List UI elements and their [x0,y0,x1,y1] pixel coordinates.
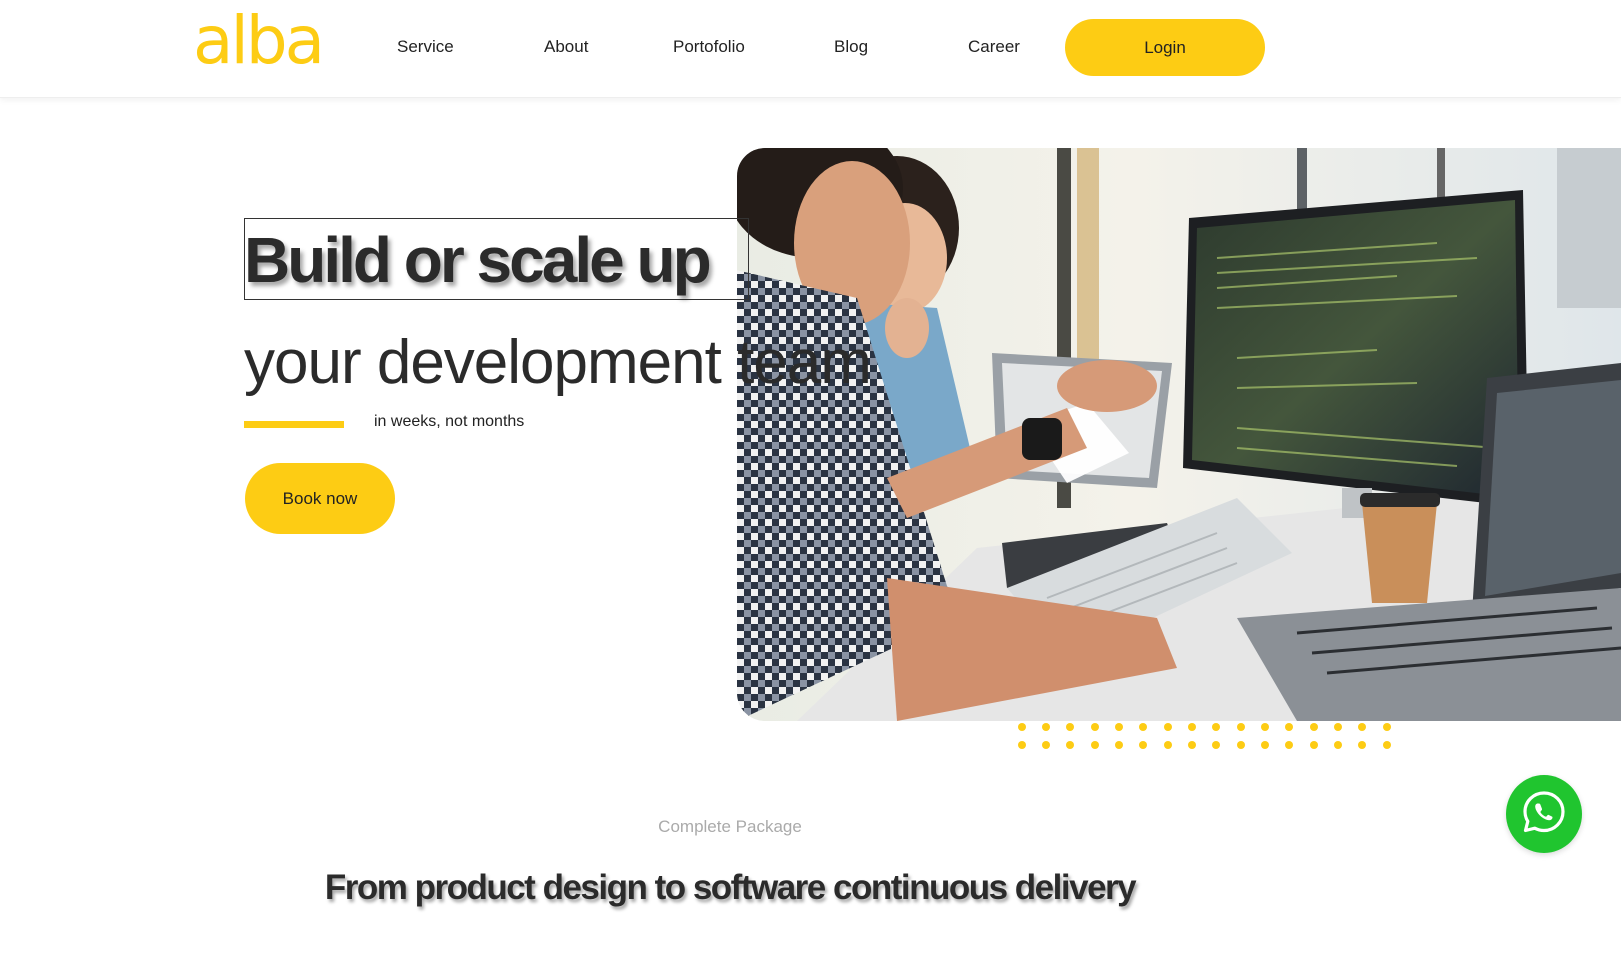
hero-tagline: in weeks, not months [374,413,525,430]
accent-bar [244,421,344,428]
nav-item-blog[interactable]: Blog [834,37,868,57]
whatsapp-icon [1521,789,1567,840]
nav-item-about[interactable]: About [544,37,588,57]
hero-subtitle: your development team [244,328,872,397]
nav-item-portofolio[interactable]: Portofolio [673,37,745,57]
hero-image [737,148,1621,721]
site-header: alba Service About Portofolio Blog Caree… [0,0,1621,98]
nav-item-career[interactable]: Career [968,37,1020,57]
brand-logo[interactable]: alba [193,8,325,74]
book-now-button[interactable]: Book now [245,463,395,534]
hero-title: Build or scale up [244,224,712,296]
section-eyebrow: Complete Package [658,817,802,836]
section-title: From product design to software continuo… [324,868,1137,907]
decorative-dots [1018,722,1398,750]
nav-item-service[interactable]: Service [397,37,454,57]
whatsapp-chat-button[interactable] [1506,775,1582,853]
login-button[interactable]: Login [1065,19,1265,76]
